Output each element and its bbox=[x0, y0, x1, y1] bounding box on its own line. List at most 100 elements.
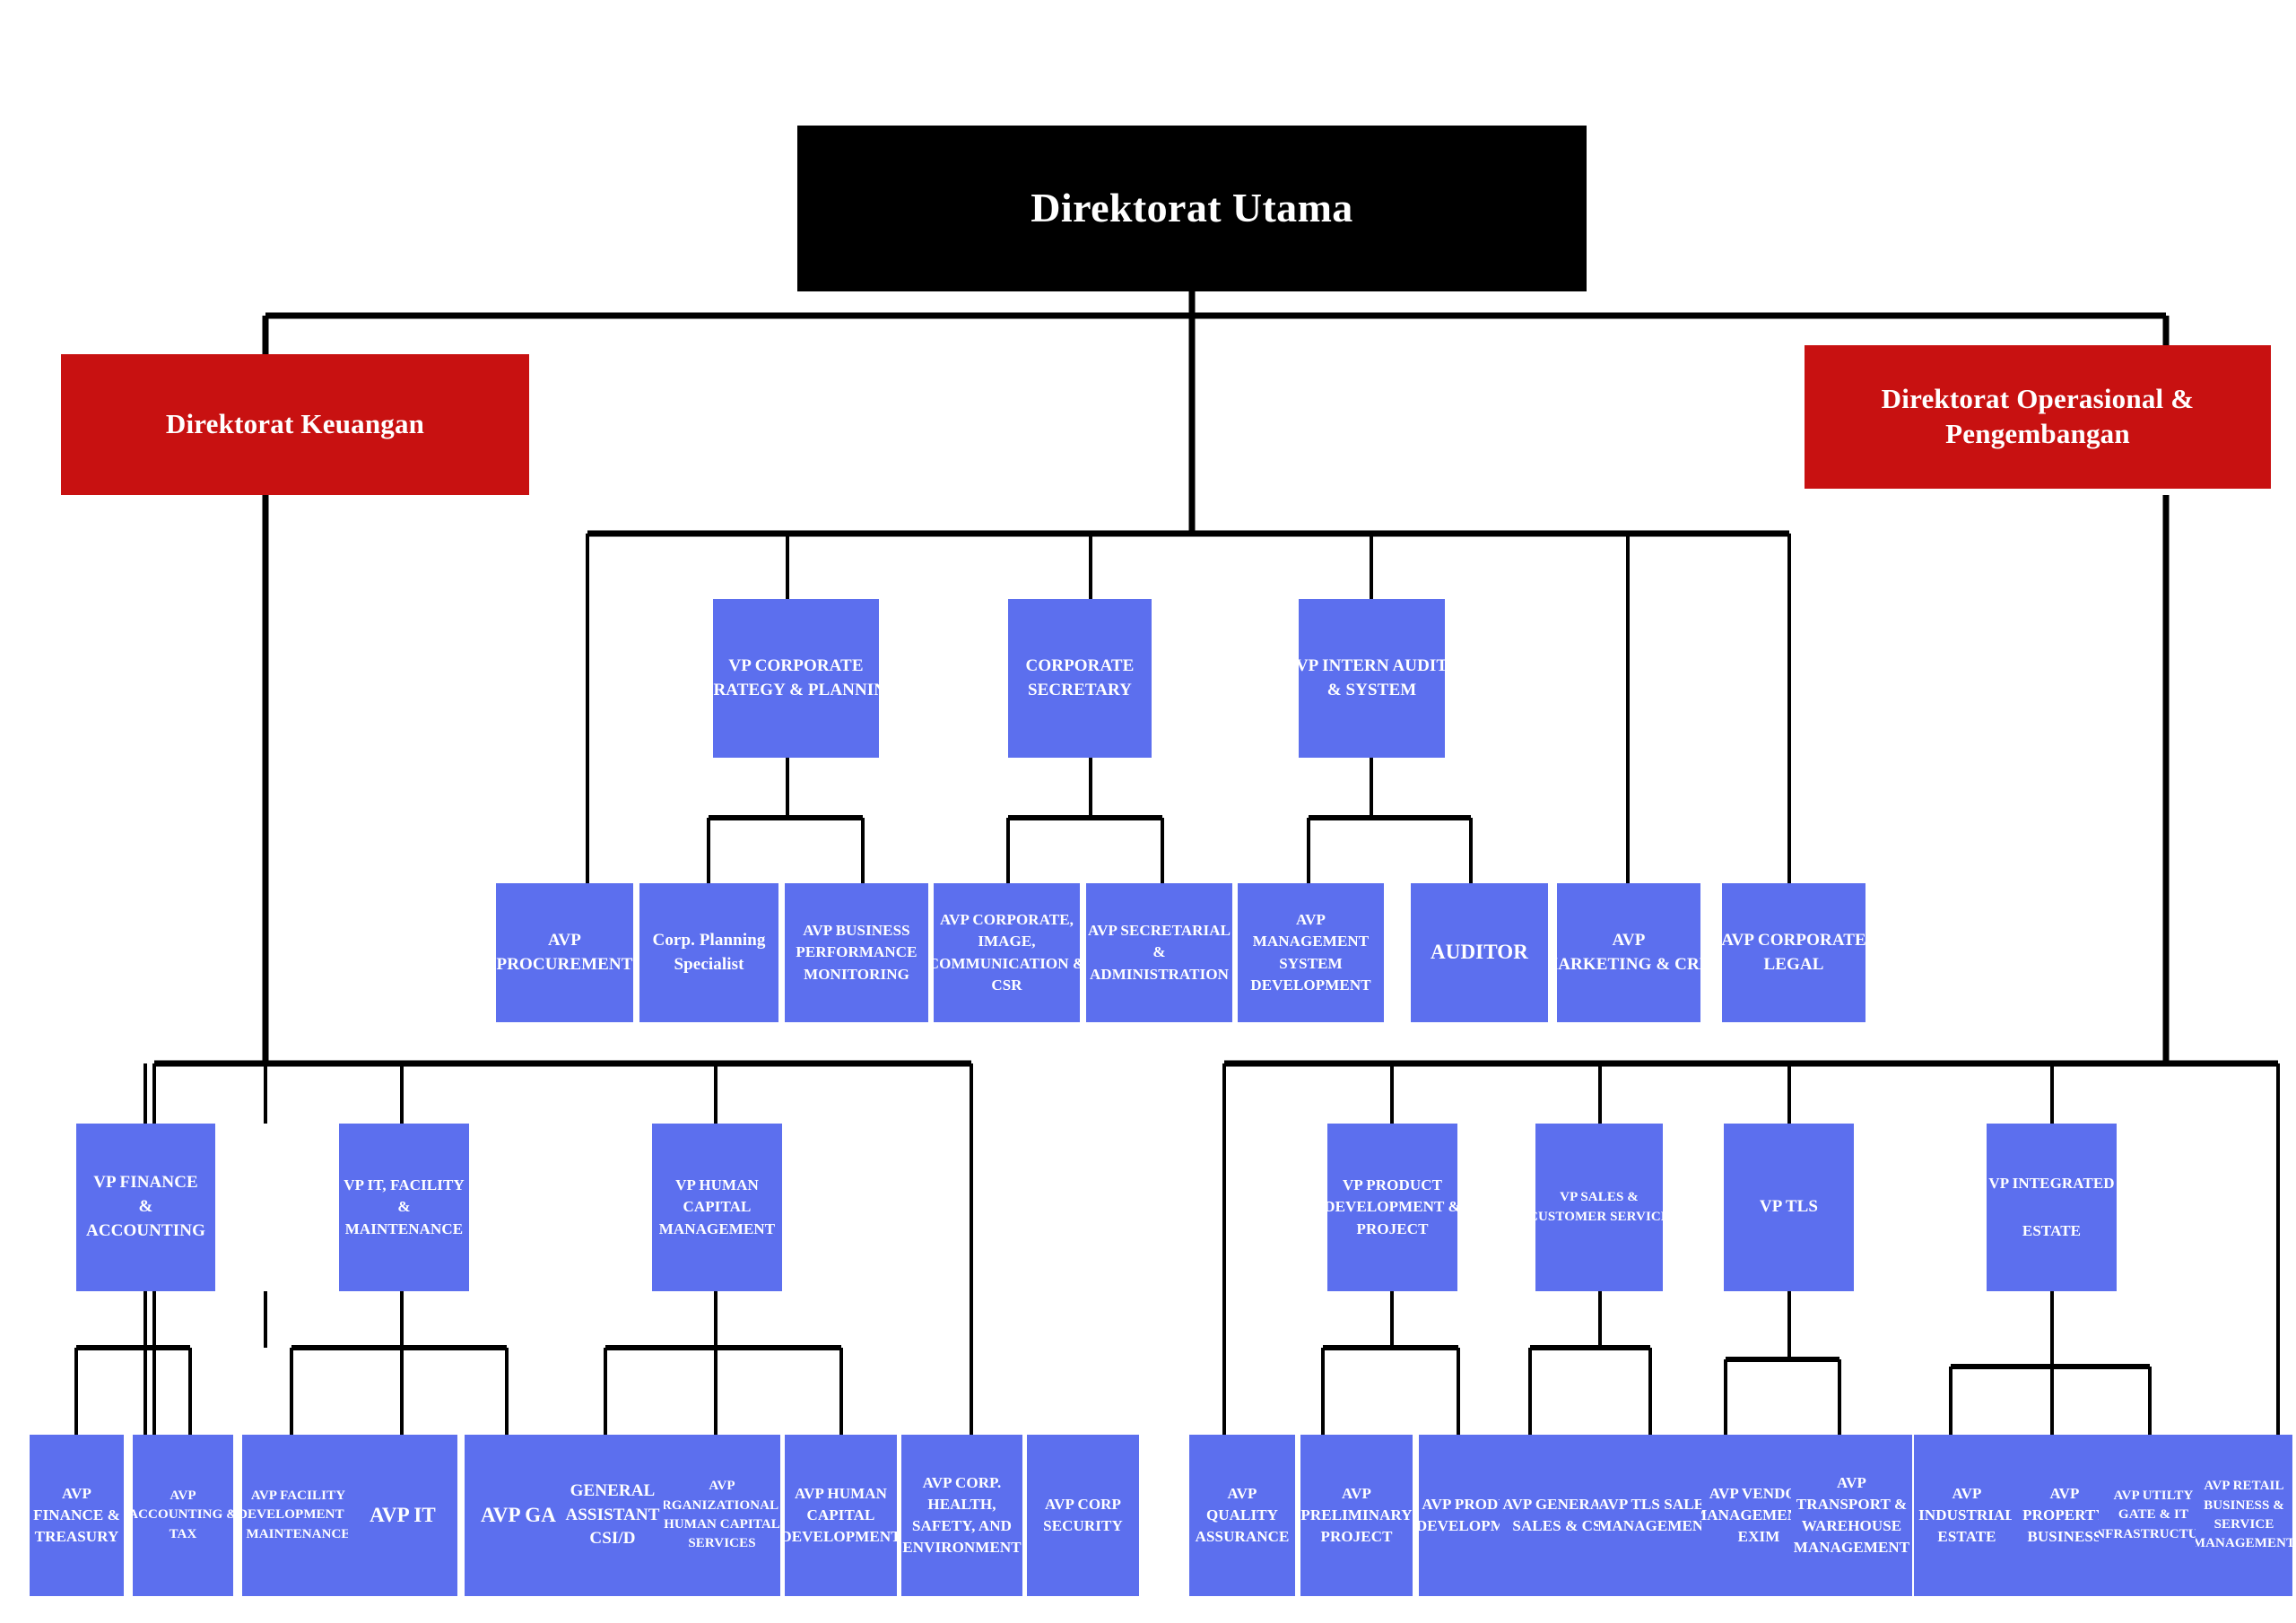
node-avp-industrial-estate[interactable]: AVP INDUSTRIAL ESTATE bbox=[1914, 1435, 2020, 1596]
node-label-line: ENVIRONMENT bbox=[902, 1539, 1022, 1557]
node-label-line: VP FINANCE bbox=[93, 1173, 198, 1193]
node-label-line: VP INTERN AUDIT bbox=[1299, 655, 1445, 675]
node-avp-quality-assurance[interactable]: AVP QUALITY ASSURANCE bbox=[1189, 1435, 1295, 1596]
node-label-line: SERVICE bbox=[2213, 1517, 2274, 1532]
node-avp-accounting-tax[interactable]: AVP ACCOUNTING & TAX bbox=[133, 1435, 233, 1596]
node-label-line: AVP bbox=[709, 1479, 735, 1494]
node-label-line: CAPITAL bbox=[806, 1506, 875, 1523]
node-label-line: SAFETY, AND bbox=[911, 1517, 1012, 1534]
node-direktorat-operasional-pengembangan[interactable]: Direktorat Operasional & Pengembangan bbox=[1805, 345, 2271, 489]
node-label-line: MANAGEMENT bbox=[1252, 933, 1370, 950]
node-avp-tls-sales-management[interactable]: AVP TLS SALES MANAGEMENT bbox=[1598, 1435, 1713, 1596]
node-avp-business-performance-monitoring[interactable]: AVP BUSINESS PERFORMANCE MONITORING bbox=[785, 883, 928, 1022]
node-vp-integrated-estate[interactable]: VP INTEGRATED ESTATE bbox=[1987, 1124, 2117, 1291]
node-avp-facility-development-maintenance[interactable]: AVP FACILITY DEVELOPMENT & MAINTENANCE bbox=[242, 1435, 354, 1596]
node-avp-general-sales-cs[interactable]: AVP GENERAL SALES & CS bbox=[1500, 1435, 1614, 1596]
node-label-line: BUSINESS & bbox=[2204, 1497, 2284, 1513]
node-vp-tls[interactable]: VP TLS bbox=[1724, 1124, 1854, 1291]
node-avp-transport-warehouse-management[interactable]: AVP TRANSPORT & WAREHOUSE MANAGEMENT bbox=[1791, 1435, 1912, 1596]
node-vp-intern-audit-system[interactable]: VP INTERN AUDIT & SYSTEM bbox=[1299, 599, 1445, 758]
node-label-line: AVP GENERAL bbox=[1502, 1495, 1612, 1513]
node-vp-product-development-project[interactable]: VP PRODUCT DEVELOPMENT & PROJECT bbox=[1327, 1124, 1457, 1291]
node-avp-secretarial-administration[interactable]: AVP SECRETARIAL & ADMINISTRATION bbox=[1086, 883, 1232, 1022]
node-label-line: Specialist bbox=[674, 954, 744, 974]
node-label-line: AVP bbox=[170, 1488, 196, 1504]
node-label-line: TAX bbox=[169, 1526, 197, 1541]
node-label-line: HEALTH, bbox=[927, 1495, 996, 1513]
node-label-line: TREASURY bbox=[34, 1528, 119, 1546]
node-label-line: VP CORPORATE bbox=[728, 655, 864, 675]
node-label-line: AVP bbox=[1612, 930, 1646, 950]
node-label-line: Corp. Planning bbox=[652, 930, 766, 950]
node-label-line: AVP bbox=[1341, 1484, 1372, 1502]
node-label-line: AVP bbox=[548, 930, 581, 950]
node-label-line: AVP bbox=[1952, 1484, 1982, 1502]
node-label-line: AVP SECRETARIAL bbox=[1087, 922, 1231, 940]
node-corp-planning-specialist[interactable]: Corp. Planning Specialist bbox=[639, 883, 778, 1022]
node-avp-management-system-development[interactable]: AVP MANAGEMENT SYSTEM DEVELOPMENT bbox=[1238, 883, 1384, 1022]
node-vp-finance-accounting[interactable]: VP FINANCE & ACCOUNTING bbox=[76, 1124, 215, 1291]
node-label-line: PRELIMINARY bbox=[1300, 1506, 1413, 1523]
node-label-line: VP SALES & bbox=[1560, 1190, 1639, 1205]
node-avp-corp-health-safety-environment[interactable]: AVP CORP. HEALTH, SAFETY, AND ENVIRONMEN… bbox=[901, 1435, 1022, 1596]
node-label-line: AVP CORP. bbox=[922, 1473, 1002, 1491]
node-avp-it[interactable]: AVP IT bbox=[348, 1435, 457, 1596]
node-label-line: AVP CORPORATE, bbox=[939, 911, 1074, 929]
node-label-line: PROPERTY bbox=[2022, 1506, 2107, 1523]
node-label-line: ESTATE bbox=[2022, 1221, 2082, 1239]
node-label-line: CAPITAL bbox=[683, 1198, 752, 1216]
node-corporate-secretary[interactable]: CORPORATE SECRETARY bbox=[1008, 599, 1152, 758]
node-avp-finance-treasury[interactable]: AVP FINANCE & TREASURY bbox=[30, 1435, 124, 1596]
node-avp-corp-security[interactable]: AVP CORP SECURITY bbox=[1027, 1435, 1139, 1596]
node-label-line: Direktorat Operasional & bbox=[1881, 383, 2195, 415]
node-vp-it-facility-maintenance[interactable]: VP IT, FACILITY & MAINTENANCE bbox=[339, 1124, 469, 1291]
node-vp-human-capital-management[interactable]: VP HUMAN CAPITAL MANAGEMENT bbox=[652, 1124, 782, 1291]
node-avp-utilty-gate-it-infrastructure[interactable]: AVP UTILTY GATE & IT INFRASTRUCTURE bbox=[2099, 1435, 2208, 1596]
node-avp-organizational-human-capital-services[interactable]: AVP ORGANIZATIONAL & HUMAN CAPITAL SERVI… bbox=[664, 1435, 780, 1596]
node-label-line: AVP RETAIL bbox=[2204, 1479, 2284, 1494]
node-label-line: CSR bbox=[991, 976, 1022, 994]
node-label-line: PERFORMANCE bbox=[796, 943, 918, 961]
node-label-line: & bbox=[138, 1197, 153, 1217]
node-avp-marketing-crm[interactable]: AVP MARKETING & CRM bbox=[1557, 883, 1700, 1022]
node-label-line: MANAGEMENT bbox=[2196, 1536, 2292, 1551]
node-avp-procurement[interactable]: AVP PROCUREMENT bbox=[496, 883, 633, 1022]
node-direktorat-utama[interactable]: Direktorat Utama bbox=[797, 126, 1587, 291]
node-label-line: ACCOUNTING & bbox=[133, 1507, 233, 1523]
node-label-line: ASSISTANT bbox=[565, 1505, 660, 1524]
node-label-line: AVP bbox=[61, 1484, 92, 1502]
node-label-line: COMMUNICATION & bbox=[934, 954, 1080, 972]
node-label-line: MAINTENANCE bbox=[246, 1526, 351, 1541]
node-general-assistant-csid[interactable]: GENERAL ASSISTANT CSI/D bbox=[558, 1435, 667, 1596]
node-label-line: & SYSTEM bbox=[1326, 680, 1417, 699]
node-avp-retail-business-service-management[interactable]: AVP RETAIL BUSINESS & SERVICE MANAGEMENT bbox=[2196, 1435, 2292, 1596]
node-label-line: AVP bbox=[2049, 1484, 2080, 1502]
node-label-line: CORPORATE bbox=[1025, 655, 1135, 675]
node-label-line: ORGANIZATIONAL & bbox=[664, 1497, 780, 1513]
node-vp-sales-customer-service[interactable]: VP SALES & CUSTOMER SERVICE bbox=[1535, 1124, 1663, 1291]
node-label-line: AVP IT bbox=[370, 1503, 436, 1526]
node-label-line: SECURITY bbox=[1043, 1517, 1123, 1534]
node-label-line: CUSTOMER SERVICE bbox=[1535, 1209, 1663, 1224]
node-label-line: ESTATE bbox=[1937, 1528, 1996, 1546]
node-label-line: AVP bbox=[1295, 911, 1326, 929]
node-avp-human-capital-development[interactable]: AVP HUMAN CAPITAL DEVELOPMENT bbox=[785, 1435, 897, 1596]
node-label-line: VP TLS bbox=[1759, 1197, 1819, 1217]
node-label-line: Direktorat Keuangan bbox=[165, 408, 425, 440]
node-label-line: VP IT, FACILITY bbox=[344, 1176, 465, 1194]
node-avp-ga[interactable]: AVP GA bbox=[465, 1435, 572, 1596]
node-label-line: IMAGE, bbox=[978, 933, 1036, 950]
node-label-line: FINANCE & bbox=[33, 1506, 120, 1523]
node-label-line: ADMINISTRATION bbox=[1089, 965, 1230, 983]
node-label-line: AVP HUMAN bbox=[794, 1484, 888, 1502]
node-vp-corporate-strategy-planning[interactable]: VP CORPORATE STRATEGY & PLANNING bbox=[713, 599, 879, 758]
node-label-line: AVP GA bbox=[481, 1503, 556, 1526]
node-label-line: AVP CORP bbox=[1044, 1495, 1122, 1513]
node-avp-corporate-legal[interactable]: AVP CORPORATE LEGAL bbox=[1722, 883, 1866, 1022]
node-label: Direktorat Utama bbox=[1031, 185, 1353, 231]
node-auditor[interactable]: AUDITOR bbox=[1411, 883, 1548, 1022]
node-avp-corporate-image-communication-csr[interactable]: AVP CORPORATE, IMAGE, COMMUNICATION & CS… bbox=[934, 883, 1080, 1022]
node-label-line: DEVELOPMENT & bbox=[242, 1507, 354, 1523]
node-direktorat-keuangan[interactable]: Direktorat Keuangan bbox=[61, 354, 529, 495]
node-avp-preliminary-project[interactable]: AVP PRELIMINARY PROJECT bbox=[1300, 1435, 1413, 1596]
